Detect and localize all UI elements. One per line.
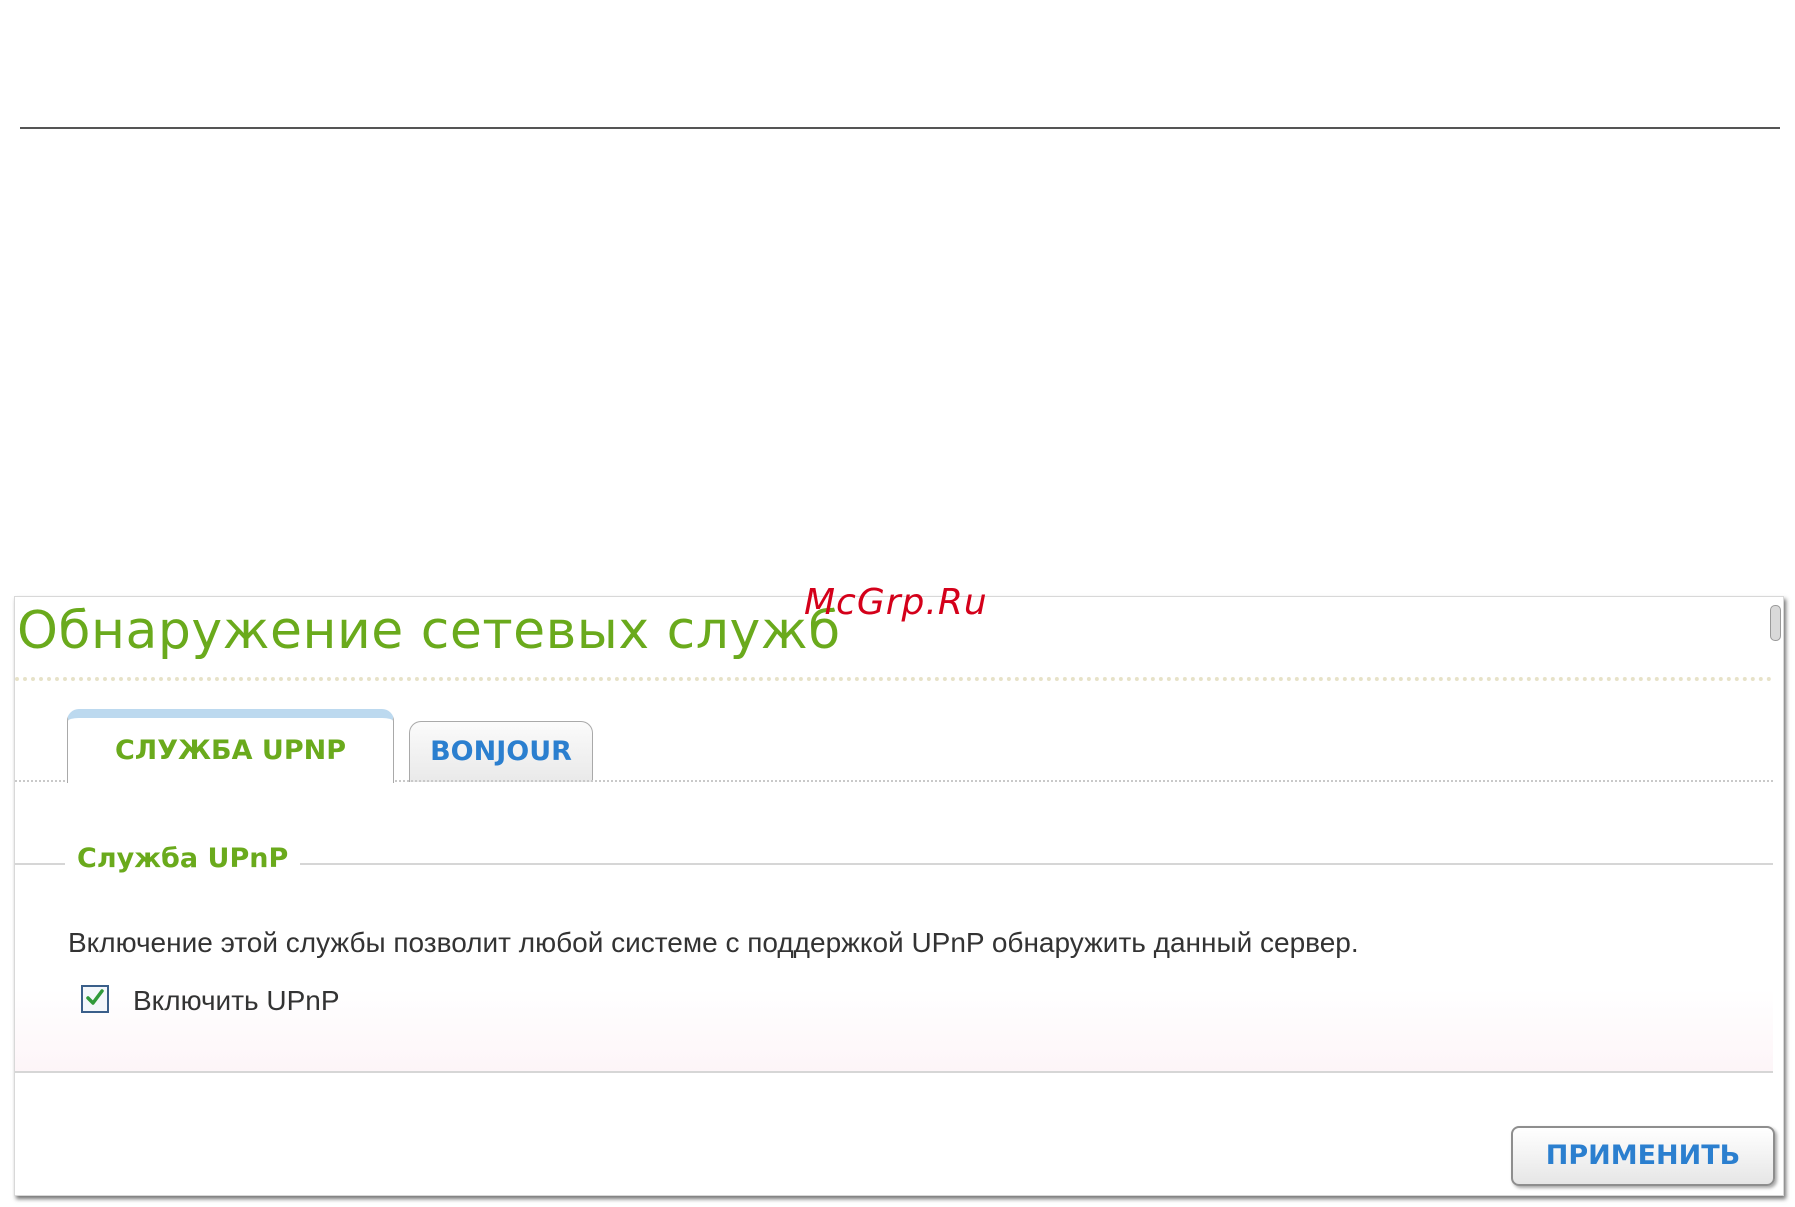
tab-upnp-service[interactable]: СЛУЖБА UPNP — [67, 709, 394, 783]
scrollbar-thumb[interactable] — [1770, 605, 1781, 641]
page-top-divider — [20, 127, 1780, 129]
enable-upnp-checkbox[interactable] — [81, 985, 109, 1013]
check-icon — [86, 989, 104, 1005]
upnp-fieldset: Служба UPnP — [15, 843, 1773, 1073]
apply-button[interactable]: ПРИМЕНИТЬ — [1511, 1126, 1775, 1186]
title-divider — [15, 677, 1773, 681]
watermark-text: McGrp.Ru — [804, 582, 988, 623]
settings-panel: Обнаружение сетевых служб СЛУЖБА UPNP BO… — [14, 596, 1784, 1196]
page-title: Обнаружение сетевых служб — [17, 601, 841, 661]
tab-bonjour[interactable]: BONJOUR — [409, 721, 593, 782]
upnp-section-legend: Служба UPnP — [65, 843, 301, 874]
upnp-description: Включение этой службы позволит любой сис… — [68, 927, 1359, 958]
enable-upnp-label[interactable]: Включить UPnP — [133, 985, 340, 1017]
